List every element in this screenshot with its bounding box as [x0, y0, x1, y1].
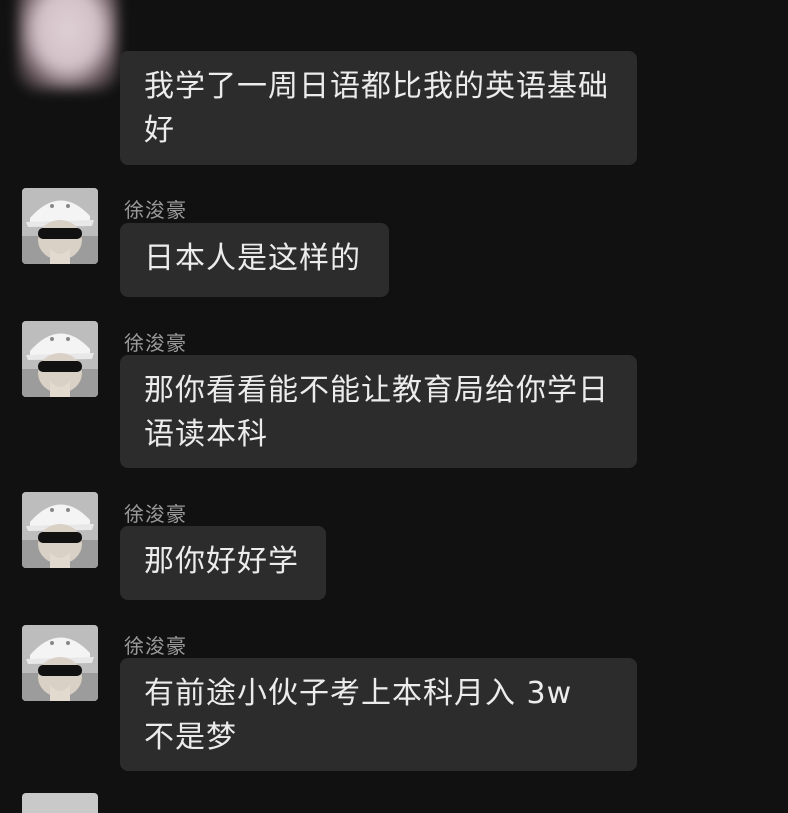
message-bubble[interactable]: 日本人是这样的	[120, 223, 389, 297]
cap-sunglasses-avatar-icon	[22, 625, 98, 701]
sender-name: 徐浚豪	[124, 198, 187, 222]
message-bubble[interactable]: 有前途小伙子考上本科月入 3w 不是梦	[120, 658, 637, 771]
user-avatar[interactable]	[22, 492, 98, 568]
sender-name: 徐浚豪	[124, 502, 187, 526]
user-avatar[interactable]	[22, 625, 98, 701]
cap-sunglasses-avatar-icon	[22, 492, 98, 568]
blurred-avatar-icon[interactable]	[18, 0, 118, 90]
message-bubble[interactable]: 我学了一周日语都比我的英语基础好	[120, 51, 637, 165]
sender-name: 徐浚豪	[124, 331, 187, 355]
message-bubble[interactable]: 那你好好学	[120, 526, 326, 600]
cap-sunglasses-avatar-icon	[22, 188, 98, 264]
user-avatar[interactable]	[22, 793, 98, 813]
sender-name: 徐浚豪	[124, 634, 187, 658]
cap-sunglasses-avatar-icon	[22, 321, 98, 397]
user-avatar[interactable]	[22, 188, 98, 264]
chat-message-list[interactable]: 我学了一周日语都比我的英语基础好 徐浚豪 日本人是这样的 徐浚豪 那你看看能不能…	[0, 0, 788, 813]
user-avatar[interactable]	[22, 321, 98, 397]
message-bubble[interactable]: 那你看看能不能让教育局给你学日语读本科	[120, 355, 637, 468]
